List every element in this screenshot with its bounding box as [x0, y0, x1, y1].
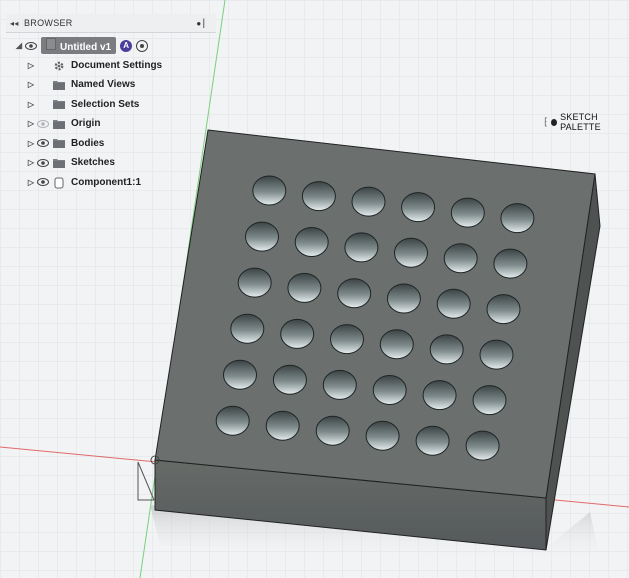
document-icon — [46, 38, 56, 51]
browser-item[interactable]: ▷ Origin — [14, 114, 216, 134]
palette-dot-icon — [551, 118, 558, 126]
hole[interactable] — [443, 243, 478, 274]
eye-placeholder — [36, 80, 50, 90]
hole[interactable] — [330, 324, 364, 355]
hole[interactable] — [465, 430, 500, 461]
hole[interactable] — [252, 175, 287, 206]
browser-item-label: Bodies — [71, 137, 105, 149]
eye-icon[interactable] — [36, 119, 50, 129]
browser-item-label: Sketches — [71, 157, 115, 169]
hole[interactable] — [265, 410, 300, 441]
hole[interactable] — [301, 181, 336, 212]
sketch-palette-label: SKETCH PALETTE — [560, 112, 601, 132]
hole[interactable] — [294, 227, 329, 257]
folder-icon — [53, 158, 65, 168]
hole[interactable] — [237, 267, 272, 298]
pin-icon[interactable]: ● — [196, 19, 201, 28]
hole[interactable] — [472, 385, 507, 416]
expand-right-icon[interactable]: ▷ — [26, 178, 36, 187]
hole[interactable] — [372, 375, 407, 405]
browser-item[interactable]: ▷ Sketches — [14, 153, 216, 173]
browser-panel: ◂◂ BROWSER ● ▏ ◢ Untitled v1 A ▷ Document… — [6, 14, 216, 192]
hole[interactable] — [486, 294, 521, 325]
hole[interactable] — [322, 369, 357, 400]
radio-active-icon[interactable] — [136, 39, 149, 52]
expand-right-icon[interactable]: ▷ — [26, 119, 36, 128]
eye-icon[interactable] — [36, 158, 50, 168]
hole[interactable] — [272, 364, 307, 395]
hole[interactable] — [415, 425, 450, 456]
hole[interactable] — [386, 283, 421, 314]
browser-header: ◂◂ BROWSER ● ▏ — [6, 14, 216, 33]
browser-item-label: Component1:1 — [71, 176, 141, 188]
hole[interactable] — [287, 272, 322, 303]
expand-right-icon[interactable]: ▷ — [26, 139, 36, 148]
hole[interactable] — [379, 329, 414, 360]
hole[interactable] — [436, 288, 471, 319]
hole[interactable] — [280, 318, 315, 349]
hole[interactable] — [344, 232, 379, 263]
hole[interactable] — [394, 237, 428, 268]
expand-right-icon[interactable]: ▷ — [26, 61, 36, 70]
browser-title: BROWSER — [24, 18, 73, 28]
component-icon — [53, 177, 65, 189]
browser-item[interactable]: ▷ Named Views — [14, 75, 216, 95]
browser-item[interactable]: ▷ Component1:1 — [14, 173, 216, 193]
hole[interactable] — [315, 415, 350, 446]
browser-item-label: Selection Sets — [71, 98, 140, 110]
folder-icon — [53, 99, 65, 110]
eye-placeholder — [36, 60, 50, 70]
hole[interactable] — [479, 339, 514, 370]
browser-item-label: Document Settings — [71, 59, 163, 71]
gear-icon — [53, 60, 65, 71]
hole[interactable] — [230, 313, 265, 344]
browser-item[interactable]: ▷ Bodies — [14, 134, 216, 154]
collapse-icon[interactable]: ◂◂ — [10, 19, 24, 28]
browser-item-label: Origin — [71, 118, 101, 130]
expand-right-icon[interactable]: ▷ — [26, 80, 36, 89]
hole[interactable] — [351, 186, 386, 217]
sketch-palette-toggle[interactable]: ⁅ SKETCH PALETTE — [544, 112, 629, 132]
root-label: Untitled v1 — [60, 42, 112, 54]
hole[interactable] — [450, 197, 485, 228]
hole[interactable] — [223, 359, 257, 390]
hole[interactable] — [493, 248, 528, 279]
hole[interactable] — [500, 203, 535, 234]
expand-right-icon[interactable]: ▷ — [26, 158, 36, 167]
folder-icon — [53, 119, 65, 129]
folder-icon — [53, 138, 65, 149]
hole[interactable] — [365, 420, 400, 451]
browser-tree: ▷ Document Settings ▷ Named Views ▷ Selection… — [14, 56, 216, 193]
hole[interactable] — [429, 334, 464, 365]
eye-icon[interactable] — [24, 41, 38, 51]
eye-placeholder — [36, 99, 50, 109]
root-label-tag[interactable]: Untitled v1 — [41, 37, 117, 55]
browser-item[interactable]: ▷ Document Settings — [14, 56, 216, 76]
expand-down-icon[interactable]: ◢ — [14, 41, 24, 50]
panel-edge-icon[interactable]: ▏ — [204, 19, 210, 28]
hole[interactable] — [422, 380, 457, 411]
hole[interactable] — [245, 221, 279, 252]
browser-root-item[interactable]: ◢ Untitled v1 A — [14, 36, 216, 56]
hole[interactable] — [401, 192, 436, 223]
folder-icon — [53, 80, 65, 90]
expand-right-icon[interactable]: ▷ — [26, 100, 36, 109]
activate-icon[interactable]: A — [120, 39, 133, 52]
palette-bracket-icon: ⁅ — [544, 116, 549, 128]
hole[interactable] — [337, 278, 372, 309]
eye-icon[interactable] — [36, 138, 50, 148]
browser-item-label: Named Views — [71, 79, 136, 91]
browser-item[interactable]: ▷ Selection Sets — [14, 95, 216, 115]
eye-icon[interactable] — [36, 177, 50, 187]
hole[interactable] — [215, 405, 250, 436]
